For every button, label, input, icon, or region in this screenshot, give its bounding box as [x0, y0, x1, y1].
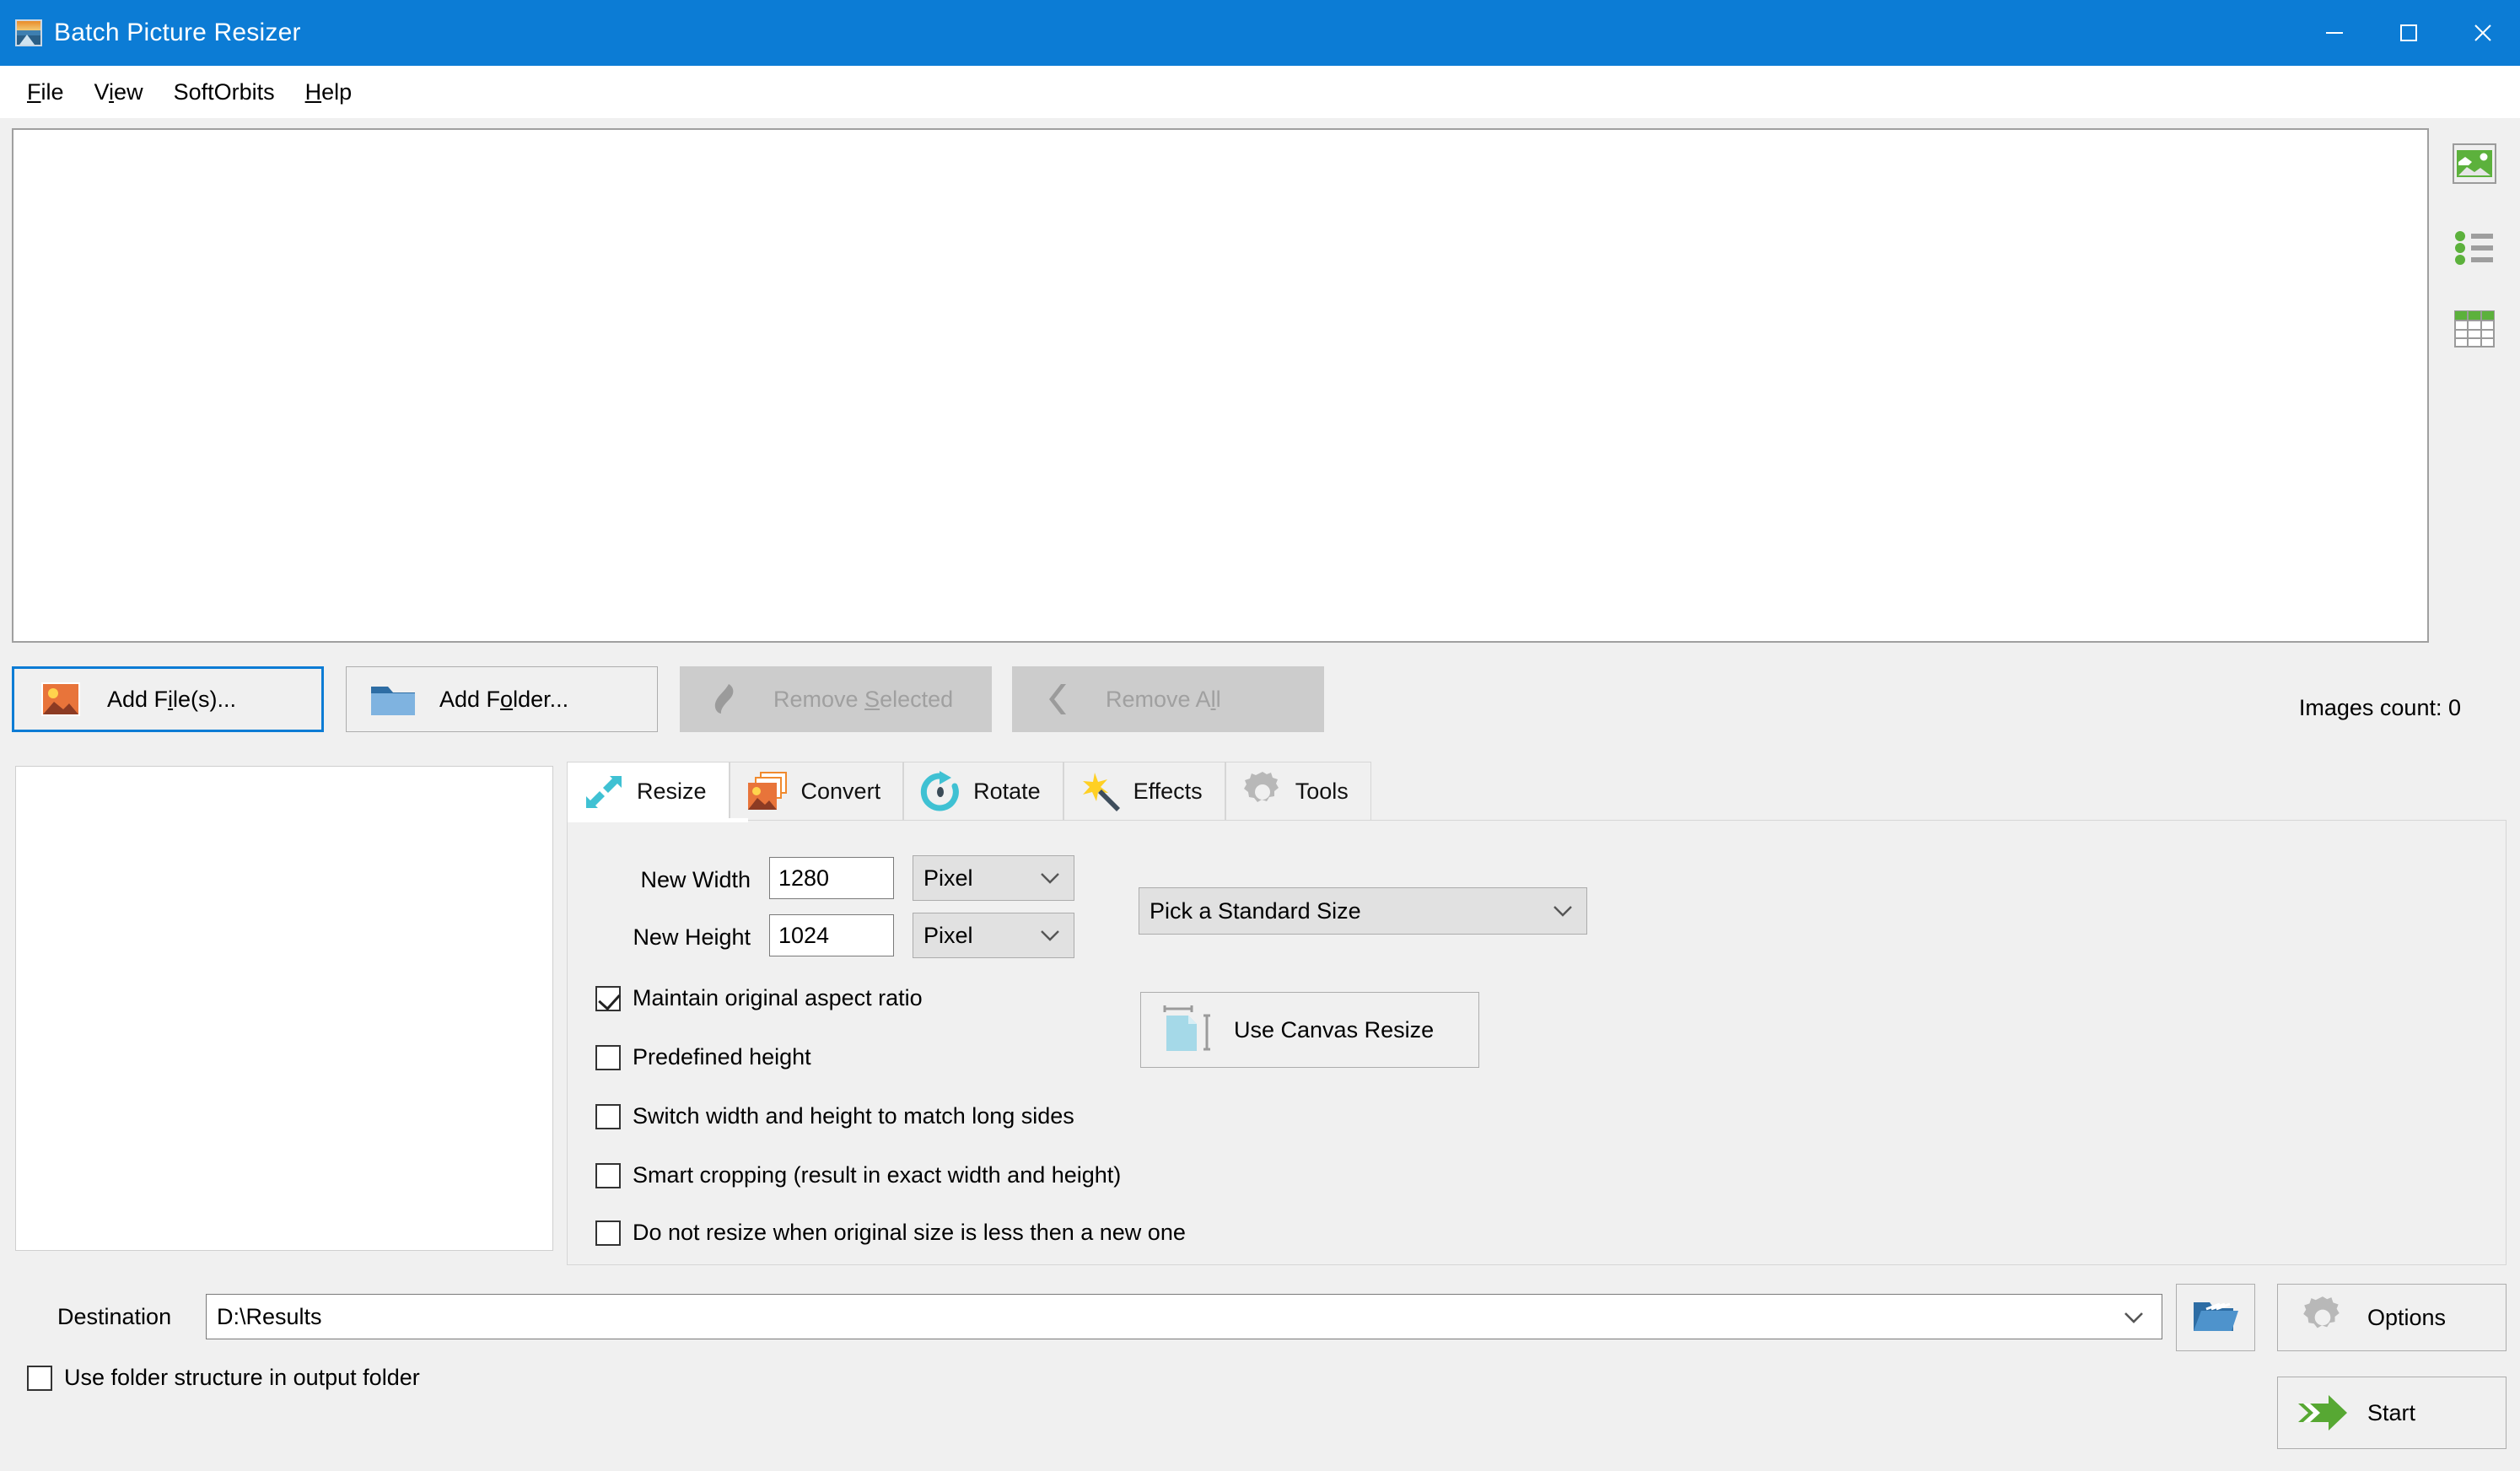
checkbox-box	[595, 985, 621, 1011]
switch-width-height-label: Switch width and height to match long si…	[633, 1103, 1074, 1129]
chevron-down-icon	[1553, 905, 1573, 917]
remove-all-label: Remove All	[1106, 686, 1221, 712]
predefined-height-label: Predefined height	[633, 1044, 811, 1070]
tab-convert[interactable]: Convert	[729, 762, 904, 821]
add-folder-label: Add Folder...	[439, 686, 569, 712]
chevron-down-icon	[1040, 872, 1060, 884]
standard-size-select[interactable]: Pick a Standard Size	[1139, 887, 1587, 935]
gear-icon	[1240, 769, 1285, 815]
settings-tabs: Resize Convert Rotate Effects Tools	[567, 762, 2507, 821]
app-icon	[15, 19, 42, 46]
new-height-input[interactable]: 1024	[769, 914, 894, 956]
tab-resize-label: Resize	[637, 779, 707, 804]
tab-tools[interactable]: Tools	[1225, 762, 1371, 821]
new-width-label: New Width	[640, 867, 751, 892]
magic-wand-icon	[1078, 769, 1123, 815]
remove-all-button: Remove All	[1012, 666, 1324, 732]
checkbox-box	[27, 1365, 52, 1391]
height-unit-value: Pixel	[923, 922, 973, 948]
resize-arrows-icon	[581, 769, 627, 815]
options-label: Options	[2367, 1304, 2447, 1330]
details-view-button[interactable]	[2442, 297, 2507, 361]
add-files-label: Add File(s)...	[107, 686, 237, 712]
checkbox-box	[595, 1044, 621, 1070]
use-canvas-resize-button[interactable]: Use Canvas Resize	[1140, 992, 1479, 1068]
tab-effects-label: Effects	[1133, 779, 1203, 804]
rotate-circular-arrow-icon	[918, 769, 963, 815]
checkbox-box	[595, 1220, 621, 1246]
view-mode-bar	[2439, 128, 2510, 643]
thumbnail-view-button[interactable]	[2442, 132, 2507, 196]
preview-pane	[15, 766, 553, 1251]
add-files-button[interactable]: Add File(s)...	[12, 666, 324, 732]
gear-icon	[2278, 1294, 2367, 1341]
window-title: Batch Picture Resizer	[54, 19, 301, 46]
checkbox-box	[595, 1103, 621, 1129]
title-bar: Batch Picture Resizer	[0, 0, 2520, 66]
window-controls	[2297, 0, 2520, 66]
use-canvas-resize-label: Use Canvas Resize	[1234, 1016, 1435, 1043]
close-icon[interactable]	[2446, 0, 2520, 66]
images-count-label: Images count: 0	[2298, 695, 2461, 720]
remove-selected-label: Remove Selected	[773, 686, 954, 712]
width-unit-value: Pixel	[923, 865, 973, 891]
menu-item-help[interactable]: Help	[290, 74, 368, 110]
do-not-resize-label: Do not resize when original size is less…	[633, 1220, 1186, 1245]
tab-effects[interactable]: Effects	[1063, 762, 1225, 821]
destination-value: D:\Results	[217, 1303, 322, 1329]
browse-destination-button[interactable]	[2176, 1284, 2255, 1351]
canvas-measure-icon	[1141, 1004, 1234, 1056]
do-not-resize-checkbox[interactable]: Do not resize when original size is less…	[595, 1220, 1186, 1246]
width-unit-select[interactable]: Pixel	[913, 855, 1074, 901]
height-unit-select[interactable]: Pixel	[913, 913, 1074, 958]
menu-item-softorbits[interactable]: SoftOrbits	[159, 74, 290, 110]
checkbox-box	[595, 1162, 621, 1188]
menu-item-file[interactable]: File	[12, 74, 79, 110]
destination-label: Destination	[57, 1304, 172, 1329]
tab-rotate-label: Rotate	[973, 779, 1041, 804]
new-height-label: New Height	[633, 924, 751, 950]
open-folder-icon	[2191, 1297, 2240, 1338]
chevron-down-icon	[2123, 1311, 2145, 1323]
active-tab-seam	[568, 818, 748, 822]
remove-selected-button: Remove Selected	[680, 666, 992, 732]
add-folder-button[interactable]: Add Folder...	[346, 666, 658, 732]
menu-item-view[interactable]: View	[79, 74, 159, 110]
minimize-icon[interactable]	[2297, 0, 2372, 66]
image-list-area[interactable]	[12, 128, 2429, 643]
smart-cropping-label: Smart cropping (result in exact width an…	[633, 1162, 1122, 1188]
convert-images-icon	[744, 769, 791, 815]
tab-tools-label: Tools	[1295, 779, 1349, 804]
standard-size-value: Pick a Standard Size	[1150, 897, 1361, 924]
green-arrow-icon	[2278, 1392, 2367, 1434]
maximize-icon[interactable]	[2372, 0, 2446, 66]
switch-width-height-checkbox[interactable]: Switch width and height to match long si…	[595, 1103, 1074, 1129]
bullet-list-icon	[2453, 229, 2496, 267]
list-view-button[interactable]	[2442, 216, 2507, 280]
start-label: Start	[2367, 1399, 2416, 1425]
picture-thumbnail-icon	[2453, 143, 2496, 184]
tab-convert-label: Convert	[800, 779, 881, 804]
chevron-down-icon	[1040, 929, 1060, 941]
options-button[interactable]: Options	[2277, 1284, 2507, 1351]
tab-rotate[interactable]: Rotate	[903, 762, 1063, 821]
table-grid-icon	[2454, 310, 2495, 348]
smart-cropping-checkbox[interactable]: Smart cropping (result in exact width an…	[595, 1162, 1121, 1188]
folder-icon	[347, 680, 439, 719]
use-folder-structure-checkbox[interactable]: Use folder structure in output folder	[27, 1365, 420, 1391]
tab-resize[interactable]: Resize	[567, 762, 730, 821]
start-button[interactable]: Start	[2277, 1377, 2507, 1449]
image-icon	[14, 682, 107, 717]
predefined-height-checkbox[interactable]: Predefined height	[595, 1044, 811, 1070]
use-folder-structure-label: Use folder structure in output folder	[64, 1365, 420, 1390]
back-arrow-icon	[1013, 681, 1106, 718]
eraser-icon	[681, 681, 773, 718]
maintain-aspect-ratio-label: Maintain original aspect ratio	[633, 985, 923, 1010]
destination-input[interactable]: D:\Results	[206, 1294, 2162, 1339]
menu-bar: File View SoftOrbits Help	[0, 66, 2520, 118]
maintain-aspect-ratio-checkbox[interactable]: Maintain original aspect ratio	[595, 985, 923, 1011]
new-width-input[interactable]: 1280	[769, 857, 894, 899]
